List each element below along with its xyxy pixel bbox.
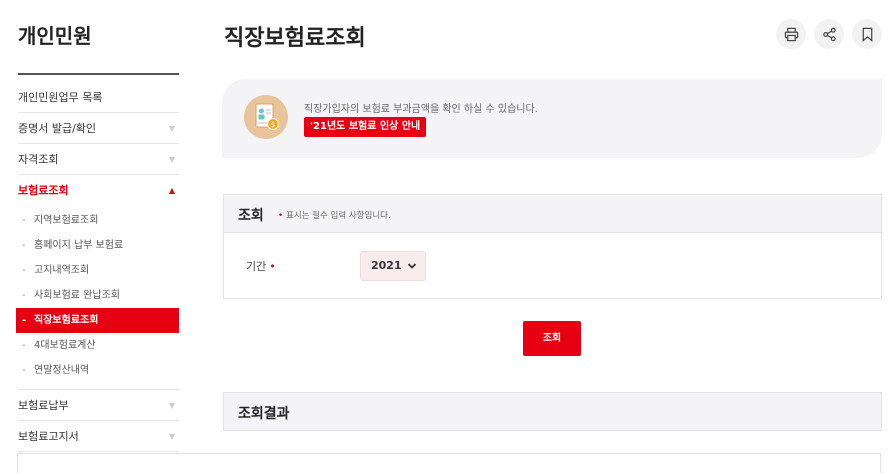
sidebar-item-certificate[interactable]: 증명서 발급/확인 ▼ — [18, 113, 179, 144]
chevron-down-icon: ▼ — [168, 155, 175, 164]
print-icon — [784, 27, 798, 41]
dash-mark: - — [22, 365, 26, 376]
year-select-value: 2021 — [371, 259, 402, 272]
sidebar-item-label: 개인민원업무 목록 — [18, 91, 103, 104]
dash-mark: - — [22, 240, 26, 251]
sidebar-item-label: 자격조회 — [18, 153, 59, 166]
dash-mark: - — [22, 290, 26, 301]
info-text: 직장가입자의 보험료 부과금액을 확인 하실 수 있습니다. — [304, 104, 538, 115]
result-header: 조회결과 — [223, 392, 882, 431]
document-coin-icon: $ — [244, 95, 288, 139]
sidebar-subitem-label: 홈페이지 납부 보험료 — [34, 240, 124, 251]
sidebar-subitem-notice-history[interactable]: - 고지내역조회 — [18, 258, 179, 283]
sidebar-subitem-label: 연말정산내역 — [34, 365, 90, 376]
sidebar-divider — [18, 73, 179, 75]
premium-increase-notice-link[interactable]: '21년도 보험료 인상 안내 — [304, 117, 427, 137]
search-panel-header: 조회 • 표시는 필수 입력 사항입니다. — [224, 195, 881, 233]
chevron-down-icon: ▼ — [168, 124, 175, 133]
chevron-down-icon: ▼ — [168, 401, 175, 410]
sidebar-item-eligibility[interactable]: 자격조회 ▼ — [18, 144, 179, 175]
page-title: 직장보험료조회 — [224, 26, 366, 51]
sidebar-title: 개인민원 — [18, 24, 92, 48]
dash-mark: - — [22, 340, 26, 351]
year-select[interactable]: 2021 — [360, 251, 426, 281]
chevron-up-icon: ▲ — [168, 186, 175, 195]
sidebar-subitem-label: 4대보험료계산 — [34, 340, 96, 351]
print-button[interactable] — [776, 19, 806, 49]
sidebar-item-label: 보험료고지서 — [18, 430, 79, 443]
sidebar-subitem-label: 사회보험료 완납조회 — [34, 290, 120, 301]
search-button[interactable]: 조회 — [523, 321, 581, 356]
sidebar-subitem-workplace-premium[interactable]: - 직장보험료조회 — [16, 308, 179, 333]
sidebar-item-label: 보험료조회 — [18, 184, 69, 197]
sidebar-subitem-label: 직장보험료조회 — [34, 315, 99, 326]
sidebar-item-premium-payment[interactable]: 보험료납부 ▼ — [18, 390, 179, 421]
chevron-down-icon: ▼ — [168, 432, 175, 441]
sidebar: 개인민원 개인민원업무 목록 증명서 발급/확인 ▼ 자격조회 ▼ 보험료조회 … — [0, 0, 196, 463]
required-mark: • — [269, 260, 276, 273]
share-icon — [822, 27, 836, 41]
chevron-down-icon — [407, 252, 417, 291]
info-banner: $ 직장가입자의 보험료 부과금액을 확인 하실 수 있습니다. '21년도 보… — [222, 79, 882, 158]
sidebar-subitem-full-payment[interactable]: - 사회보험료 완납조회 — [18, 283, 179, 308]
bookmark-icon — [862, 27, 872, 42]
sidebar-subitem-premium-calculator[interactable]: - 4대보험료계산 — [18, 333, 179, 358]
sidebar-subitem-homepage-payment[interactable]: - 홈페이지 납부 보험료 — [18, 233, 179, 258]
svg-text:$: $ — [271, 121, 275, 129]
required-note-text: 표시는 필수 입력 사항입니다. — [286, 211, 391, 221]
dash-mark: - — [22, 265, 26, 276]
share-button[interactable] — [814, 19, 844, 49]
result-title: 조회결과 — [238, 406, 290, 422]
period-label-text: 기간 — [246, 260, 267, 273]
search-panel: 조회 • 표시는 필수 입력 사항입니다. 기간 • 2021 — [223, 194, 882, 299]
bottom-panel — [17, 453, 881, 473]
sidebar-item-premium-inquiry[interactable]: 보험료조회 ▲ — [18, 175, 179, 206]
sidebar-item-label: 증명서 발급/확인 — [18, 122, 97, 135]
search-panel-title: 조회 — [238, 208, 264, 224]
dash-mark: - — [22, 315, 27, 326]
sidebar-item-civil-list[interactable]: 개인민원업무 목록 — [18, 82, 179, 113]
sidebar-subitem-label: 고지내역조회 — [34, 265, 90, 276]
bookmark-button[interactable] — [852, 19, 882, 49]
sidebar-item-premium-bill[interactable]: 보험료고지서 ▼ — [18, 421, 179, 452]
period-label: 기간 • — [246, 258, 276, 274]
sidebar-subitem-label: 지역보험료조회 — [34, 215, 99, 226]
required-dot: • — [278, 211, 284, 221]
sidebar-subitem-year-end-settlement[interactable]: - 연말정산내역 — [18, 358, 179, 383]
sidebar-menu: 개인민원업무 목록 증명서 발급/확인 ▼ 자격조회 ▼ 보험료조회 ▲ - 지… — [16, 82, 179, 452]
dash-mark: - — [22, 215, 26, 226]
sidebar-subitem-regional-premium[interactable]: - 지역보험료조회 — [18, 208, 179, 233]
required-note: • 표시는 필수 입력 사항입니다. — [278, 209, 391, 221]
sidebar-item-label: 보험료납부 — [18, 399, 69, 412]
sidebar-submenu: - 지역보험료조회 - 홈페이지 납부 보험료 - 고지내역조회 - 사회보험료… — [16, 206, 179, 390]
